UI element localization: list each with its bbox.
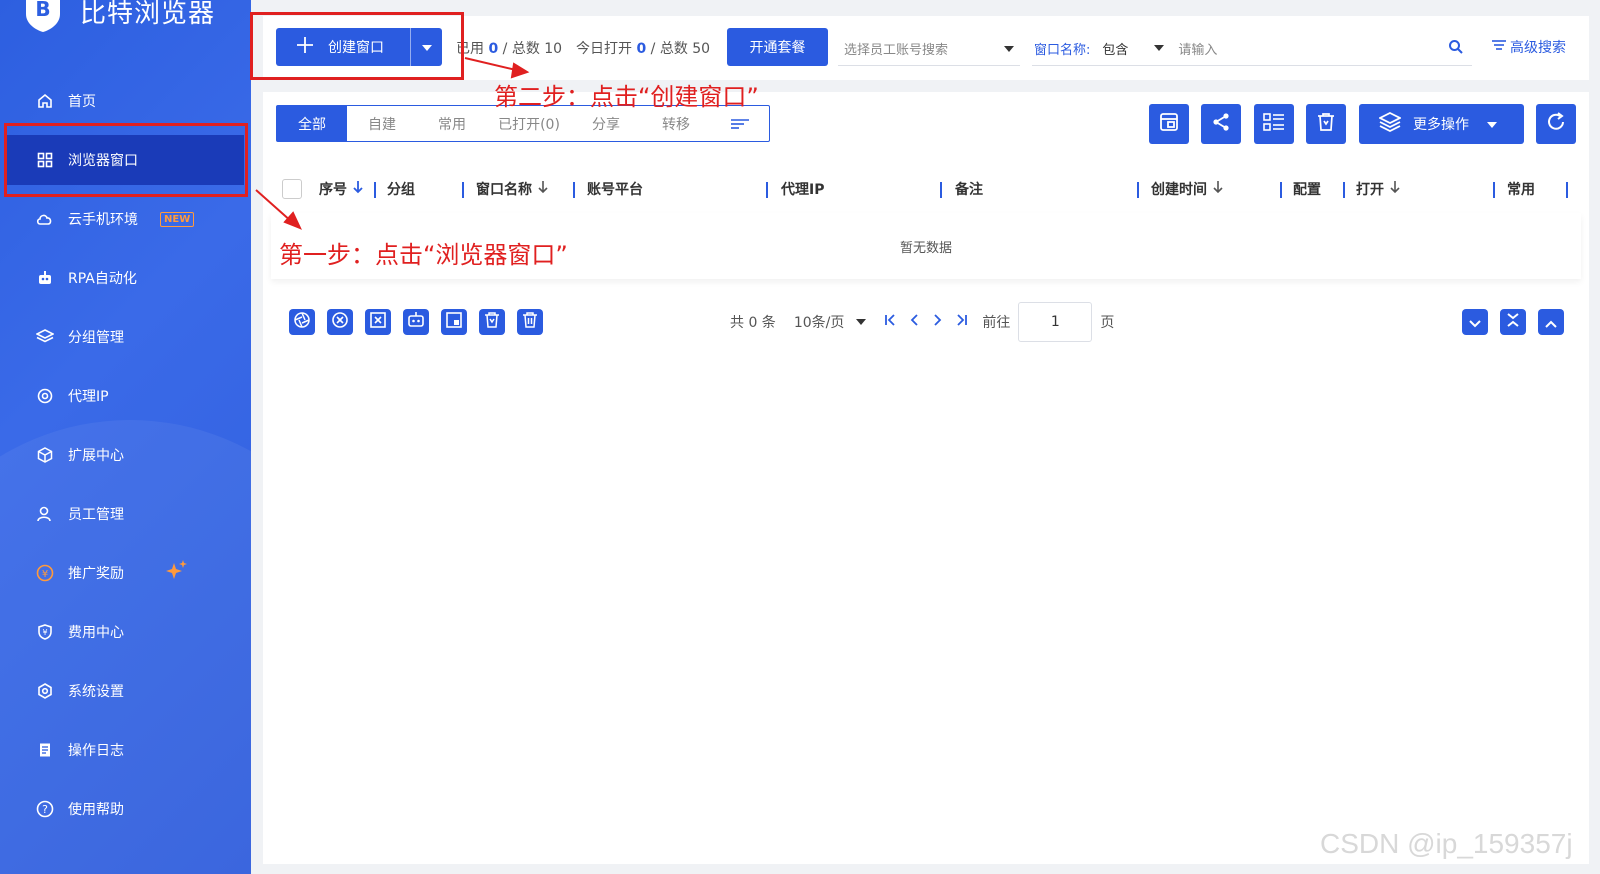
- watermark: CSDN @ip_159357j: [1320, 828, 1573, 859]
- annotation-arrows: [255, 57, 530, 230]
- step2-annotation: 第二步：点击“创建窗口”: [494, 83, 759, 111]
- step1-annotation: 第一步：点击“浏览器窗口”: [279, 241, 568, 269]
